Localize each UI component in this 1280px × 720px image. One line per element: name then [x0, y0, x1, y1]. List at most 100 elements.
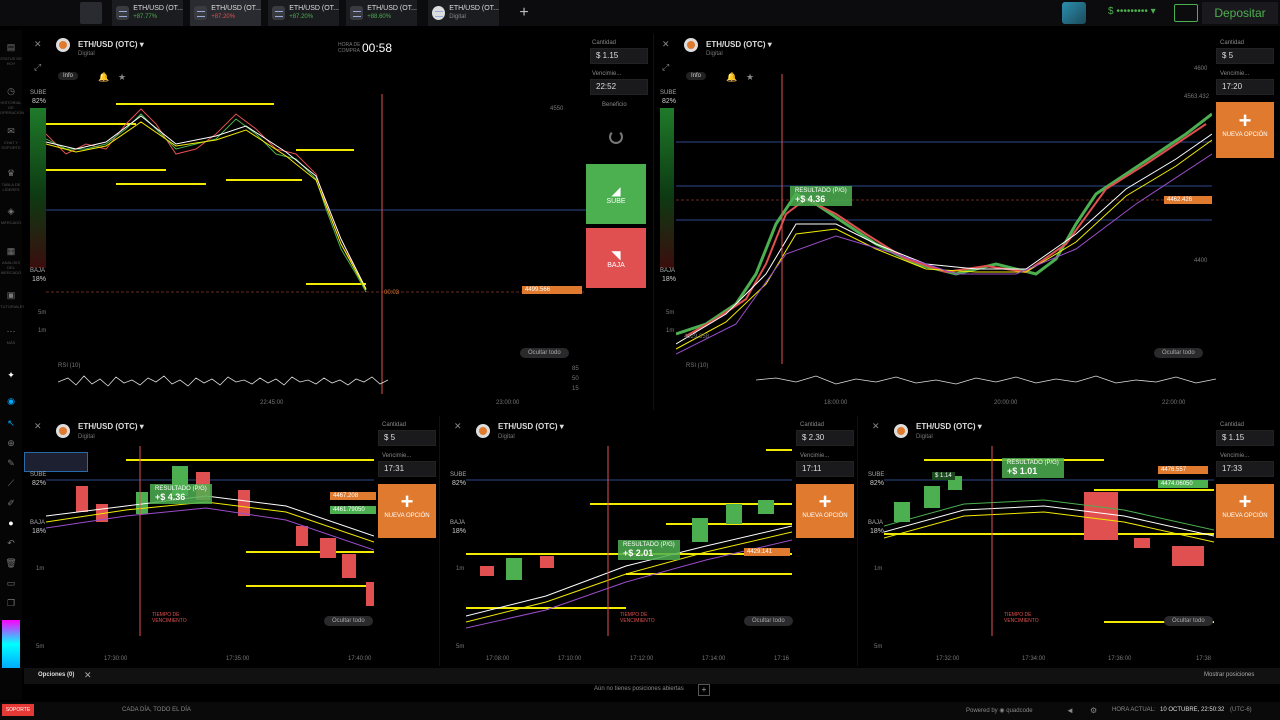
price-axis-label: 4400	[1194, 258, 1208, 264]
sube-button[interactable]: ◢ SUBE	[586, 164, 646, 224]
price-chart[interactable]	[46, 94, 586, 394]
tutorials-icon[interactable]: ▣	[2, 286, 20, 304]
star-icon[interactable]: ★	[118, 72, 126, 83]
add-position-button[interactable]: +	[698, 684, 710, 696]
hide-all-button[interactable]: Ocultar todo	[744, 616, 793, 626]
asset-title[interactable]: ETH/USD (OTC) ▾	[916, 422, 982, 431]
vencimiento-label: Vencimie...	[592, 71, 622, 77]
market-icon[interactable]: ◈	[2, 202, 20, 220]
interval-1m[interactable]: 1m	[666, 328, 674, 334]
volume-icon[interactable]: ◄	[1066, 706, 1074, 715]
close-icon[interactable]: ✕	[872, 421, 880, 432]
rsi-label[interactable]: RSI (10)	[686, 363, 708, 369]
expand-icon[interactable]: ⤢	[662, 62, 669, 73]
eye-icon[interactable]: ◉	[2, 392, 20, 410]
undo-icon[interactable]: ↶	[2, 534, 20, 552]
copy-icon[interactable]: ❐	[2, 594, 20, 612]
bell-icon[interactable]: 🔔	[98, 72, 109, 83]
color-palette[interactable]	[2, 620, 20, 668]
expiry-value: 17:20	[1222, 82, 1243, 91]
wallet-icon[interactable]	[1174, 4, 1198, 22]
result-badge[interactable]: RESULTADO (P/G) +$ 2.01	[618, 540, 680, 560]
new-option-button[interactable]: + NUEVA OPCIÓN	[378, 484, 436, 538]
asset-title[interactable]: ETH/USD (OTC) ▾	[78, 422, 144, 431]
sube-label: SUBE	[30, 90, 47, 96]
result-badge[interactable]: RESULTADO (P/G) +$ 4.36	[150, 484, 212, 504]
balance-display[interactable]: $ ••••••••• ▾	[1108, 6, 1156, 17]
more-icon[interactable]: ⋯	[2, 322, 20, 340]
asset-title[interactable]: ETH/USD (OTC) ▾	[498, 422, 564, 431]
analysis-icon[interactable]: ▦	[2, 242, 20, 260]
new-option-button[interactable]: + NUEVA OPCIÓN	[1216, 484, 1274, 538]
close-icon[interactable]: ✕	[662, 39, 670, 50]
baja-percent: 18%	[32, 276, 47, 283]
interval-5m[interactable]: 5m	[666, 310, 674, 316]
close-icon[interactable]: ✕	[34, 39, 42, 50]
ruler-icon[interactable]: ⟋	[2, 474, 20, 492]
deposit-button[interactable]: Depositar	[1202, 2, 1278, 24]
price-chart[interactable]	[46, 446, 374, 636]
chat-icon[interactable]: ✉	[2, 122, 20, 140]
hide-all-button[interactable]: Ocultar todo	[1154, 348, 1203, 358]
price-chart[interactable]	[676, 74, 1212, 364]
portfolio-icon[interactable]: ▤	[2, 38, 20, 56]
pencil-icon[interactable]: ✎	[2, 454, 20, 472]
vencimiento-label: Vencimie...	[1220, 71, 1250, 77]
result-badge[interactable]: RESULTADO (P/G) +$ 4.36	[790, 186, 852, 206]
candle	[480, 566, 494, 576]
brush-icon[interactable]: ✐	[2, 494, 20, 512]
time-label: 20:00:00	[994, 400, 1018, 406]
hide-all-button[interactable]: Ocultar todo	[324, 616, 373, 626]
interval-1m[interactable]: 1m	[456, 566, 464, 572]
history-icon[interactable]: ◷	[2, 82, 20, 100]
avatar[interactable]	[1062, 2, 1086, 24]
close-icon[interactable]: ✕	[84, 670, 92, 681]
time-label: 17:14:00	[702, 656, 726, 662]
interval-5m[interactable]: 5m	[456, 644, 464, 650]
grid-layout-icon[interactable]	[80, 2, 102, 24]
asset-tab-5[interactable]: ETH/USD (OT... Digital	[428, 0, 500, 26]
hide-all-button[interactable]: Ocultar todo	[1164, 616, 1213, 626]
interval-1m[interactable]: 1m	[874, 566, 882, 572]
add-tab-button[interactable]: +	[512, 3, 536, 23]
new-option-button[interactable]: + NUEVA OPCIÓN	[1216, 102, 1274, 158]
crosshair-icon[interactable]: ⊕	[2, 434, 20, 452]
interval-5m[interactable]: 5m	[874, 644, 882, 650]
hide-all-button[interactable]: Ocultar todo	[520, 348, 569, 358]
asset-title[interactable]: ETH/USD (OTC) ▾	[706, 40, 772, 49]
candle	[320, 538, 336, 558]
options-tab[interactable]: Opciones (0)	[38, 672, 74, 678]
close-icon[interactable]: ✕	[454, 421, 462, 432]
close-icon[interactable]: ✕	[34, 421, 42, 432]
interval-5m[interactable]: 5m	[36, 644, 44, 650]
rsi-label[interactable]: RSI (10)	[58, 363, 80, 369]
asset-tab-2[interactable]: ETH/USD (OT... +87.20%	[190, 0, 262, 26]
interval-1m[interactable]: 1m	[36, 566, 44, 572]
asset-title[interactable]: ETH/USD (OTC) ▾	[78, 40, 144, 49]
trade-chip[interactable]: $ 1.14	[932, 472, 955, 480]
dot-icon[interactable]: ●	[2, 514, 20, 532]
save-icon[interactable]: ▭	[2, 574, 20, 592]
support-button[interactable]: SOPORTE	[2, 704, 34, 716]
settings-icon[interactable]: ⚙	[1090, 706, 1097, 715]
asset-tab-4[interactable]: ETH/USD (OT... +88.60%	[346, 0, 418, 26]
leaderboard-icon[interactable]: ♛	[2, 164, 20, 182]
plus-icon: +	[400, 489, 414, 514]
sidebar-label-tutorials: TUTORIALES	[0, 304, 26, 309]
ask-price-tag: 4474.06050	[1158, 480, 1208, 488]
sentiment-bar	[660, 108, 674, 268]
result-badge[interactable]: RESULTADO (P/G) +$ 1.01	[1002, 458, 1064, 478]
lightbulb-icon[interactable]: ✦	[2, 366, 20, 384]
show-positions-link[interactable]: Mostrar posiciones	[1204, 672, 1254, 678]
time-label: 17:10:00	[558, 656, 582, 662]
timezone: (UTC-6)	[1230, 707, 1252, 713]
asset-tab-1[interactable]: ETH/USD (OT... +87.77%	[112, 0, 184, 26]
trash-icon[interactable]: 🗑	[2, 554, 20, 572]
info-button[interactable]: Info	[58, 72, 79, 80]
asset-tab-3[interactable]: ETH/USD (OT... +87.20%	[268, 0, 340, 26]
new-option-button[interactable]: + NUEVA OPCIÓN	[796, 484, 854, 538]
baja-button[interactable]: ◥ BAJA	[586, 228, 646, 288]
expand-icon[interactable]: ⤢	[34, 62, 41, 73]
chart-panel-bottom-3: ✕ ETH/USD (OTC) ▾ Digital SUBE 82% BAJA …	[862, 416, 1280, 666]
cursor-icon[interactable]: ↖	[2, 414, 20, 432]
